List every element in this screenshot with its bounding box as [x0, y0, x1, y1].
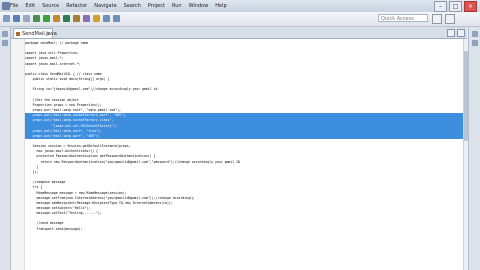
editor-tab-title: SendMail.java — [22, 31, 57, 37]
new-package-icon[interactable] — [73, 15, 80, 22]
close-tab-icon[interactable]: × — [46, 29, 50, 39]
editor-tab[interactable]: SendMail.java × — [13, 28, 57, 39]
menu-run[interactable]: Run — [172, 2, 182, 10]
save-icon[interactable] — [13, 15, 20, 22]
open-perspective-icon[interactable] — [432, 14, 442, 24]
menu-navigate[interactable]: Navigate — [94, 2, 116, 10]
minimize-button[interactable]: – — [434, 1, 447, 12]
menu-refactor[interactable]: Refactor — [66, 2, 87, 10]
minimize-editor-icon[interactable] — [447, 29, 455, 37]
java-perspective-icon[interactable] — [445, 14, 455, 24]
window-controls: – □ × — [434, 1, 477, 12]
editor-gutter — [11, 39, 25, 270]
maximize-button[interactable]: □ — [449, 1, 462, 12]
right-trim-bar — [468, 27, 480, 270]
menu-edit[interactable]: Edit — [25, 2, 35, 10]
run-icon[interactable] — [43, 15, 50, 22]
editor-tab-controls — [447, 29, 465, 37]
search-icon[interactable] — [93, 15, 100, 22]
toolbar-icons — [3, 15, 120, 22]
code-line[interactable]: Transport.send(message); — [25, 227, 463, 232]
print-icon[interactable] — [23, 15, 30, 22]
left-trim-bar — [0, 27, 11, 270]
title-bar: File Edit Source Refactor Navigate Searc… — [0, 0, 480, 12]
task-list-icon[interactable] — [472, 40, 478, 46]
external-tools-icon[interactable] — [53, 15, 60, 22]
perspective-switcher — [432, 14, 462, 24]
package-explorer-icon[interactable] — [2, 40, 8, 46]
quick-access-input[interactable]: Quick Access — [378, 14, 428, 22]
editor-tab-row: SendMail.java × — [11, 27, 467, 39]
outline-icon[interactable] — [472, 31, 478, 37]
debug-icon[interactable] — [33, 15, 40, 22]
menu-window[interactable]: Window — [189, 2, 209, 10]
code-area[interactable]: package sendMail; // package name import … — [25, 41, 463, 232]
restore-icon[interactable] — [2, 31, 8, 37]
main-toolbar: Quick Access — [0, 12, 480, 27]
menu-source[interactable]: Source — [42, 2, 59, 10]
maximize-editor-icon[interactable] — [457, 29, 465, 37]
code-editor[interactable]: package sendMail; // package name import … — [11, 39, 463, 270]
close-button[interactable]: × — [464, 1, 477, 12]
java-file-icon — [16, 32, 20, 36]
open-type-icon[interactable] — [83, 15, 90, 22]
menu-project[interactable]: Project — [148, 2, 165, 10]
menu-bar: File Edit Source Refactor Navigate Searc… — [10, 2, 227, 10]
new-icon[interactable] — [3, 15, 10, 22]
back-icon[interactable] — [103, 15, 110, 22]
new-java-class-icon[interactable] — [63, 15, 70, 22]
forward-icon[interactable] — [113, 15, 120, 22]
menu-file[interactable]: File — [10, 2, 18, 10]
eclipse-icon — [2, 2, 10, 10]
menu-search[interactable]: Search — [124, 2, 141, 10]
menu-help[interactable]: Help — [215, 2, 226, 10]
